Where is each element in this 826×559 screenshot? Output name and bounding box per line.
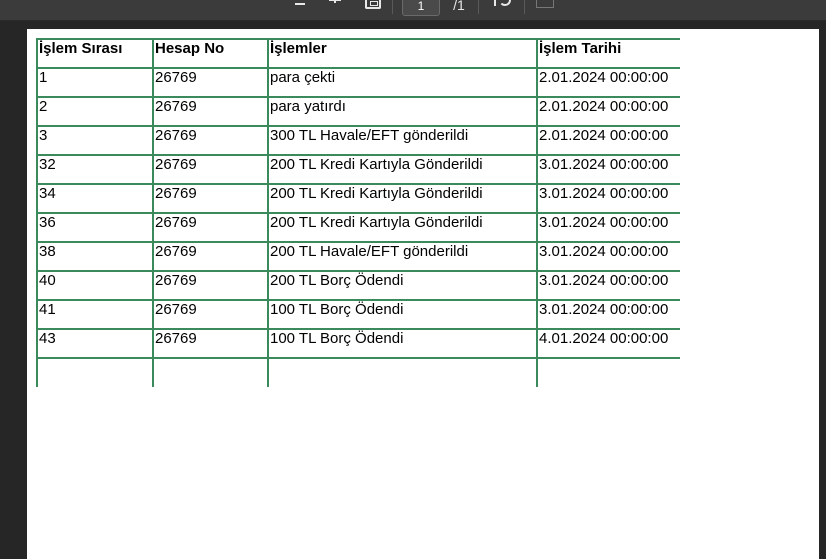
cell-islemler: para yatırdı: [267, 96, 538, 127]
cell-islem-tarihi: 3.01.2024 00:00:00: [536, 270, 680, 301]
cell-islemler: 100 TL Borç Ödendi: [267, 328, 538, 359]
empty-cell: [536, 357, 680, 387]
cell-islem-tarihi: 3.01.2024 00:00:00: [536, 241, 680, 272]
cell-hesap-no: 26769: [152, 241, 269, 272]
cell-hesap-no: 26769: [152, 270, 269, 301]
cell-islem-tarihi: 3.01.2024 00:00:00: [536, 154, 680, 185]
table-row: 32 26769 200 TL Kredi Kartıyla Gönderild…: [36, 154, 680, 185]
cell-islem-sirasi: 36: [36, 212, 154, 243]
cell-islem-sirasi: 32: [36, 154, 154, 185]
cell-islemler: 200 TL Kredi Kartıyla Gönderildi: [267, 212, 538, 243]
cell-islemler: 200 TL Borç Ödendi: [267, 270, 538, 301]
cell-islem-sirasi: 3: [36, 125, 154, 156]
cell-islemler: 100 TL Borç Ödendi: [267, 299, 538, 330]
header-islemler: İşlemler: [267, 38, 538, 69]
toolbar-divider: [478, 0, 479, 14]
cell-islem-tarihi: 4.01.2024 00:00:00: [536, 328, 680, 359]
cell-islem-tarihi: 3.01.2024 00:00:00: [536, 183, 680, 214]
zoom-in-icon[interactable]: [328, 0, 342, 10]
cell-islemler: 200 TL Havale/EFT gönderildi: [267, 241, 538, 272]
zoom-out-icon[interactable]: [294, 0, 306, 10]
rotate-icon[interactable]: [492, 0, 512, 10]
page-total-label: /1: [453, 0, 465, 13]
cell-islemler: 300 TL Havale/EFT gönderildi: [267, 125, 538, 156]
header-hesap-no: Hesap No: [152, 38, 269, 69]
cell-islem-sirasi: 40: [36, 270, 154, 301]
cell-islem-tarihi: 2.01.2024 00:00:00: [536, 96, 680, 127]
cell-hesap-no: 26769: [152, 183, 269, 214]
more-options-icon[interactable]: [536, 0, 554, 8]
cell-islem-sirasi: 38: [36, 241, 154, 272]
cell-islem-sirasi: 2: [36, 96, 154, 127]
fit-page-icon[interactable]: [365, 0, 381, 9]
table-row: 40 26769 200 TL Borç Ödendi 3.01.2024 00…: [36, 270, 680, 301]
cell-hesap-no: 26769: [152, 125, 269, 156]
cell-hesap-no: 26769: [152, 328, 269, 359]
cell-hesap-no: 26769: [152, 96, 269, 127]
cell-islem-tarihi: 3.01.2024 00:00:00: [536, 299, 680, 330]
header-islem-tarihi: İşlem Tarihi: [536, 38, 680, 69]
table-row: 41 26769 100 TL Borç Ödendi 3.01.2024 00…: [36, 299, 680, 330]
pdf-page: İşlem Sırası Hesap No İşlemler İşlem Tar…: [27, 29, 819, 559]
table-row: 34 26769 200 TL Kredi Kartıyla Gönderild…: [36, 183, 680, 214]
cell-hesap-no: 26769: [152, 67, 269, 98]
toolbar-divider: [392, 0, 393, 14]
empty-cell: [267, 357, 538, 387]
table-row: 1 26769 para çekti 2.01.2024 00:00:00: [36, 67, 680, 98]
cell-islemler: para çekti: [267, 67, 538, 98]
cell-islemler: 200 TL Kredi Kartıyla Gönderildi: [267, 183, 538, 214]
page-number-input[interactable]: 1: [402, 0, 440, 16]
table-row: 2 26769 para yatırdı 2.01.2024 00:00:00: [36, 96, 680, 127]
table-row: 43 26769 100 TL Borç Ödendi 4.01.2024 00…: [36, 328, 680, 359]
cell-islem-sirasi: 1: [36, 67, 154, 98]
empty-cell: [152, 357, 269, 387]
cell-islem-tarihi: 2.01.2024 00:00:00: [536, 67, 680, 98]
table-header-row: İşlem Sırası Hesap No İşlemler İşlem Tar…: [36, 38, 680, 69]
cell-islem-tarihi: 3.01.2024 00:00:00: [536, 212, 680, 243]
cell-islemler: 200 TL Kredi Kartıyla Gönderildi: [267, 154, 538, 185]
cell-islem-sirasi: 41: [36, 299, 154, 330]
cell-hesap-no: 26769: [152, 212, 269, 243]
toolbar-divider: [524, 0, 525, 14]
cell-hesap-no: 26769: [152, 154, 269, 185]
cell-islem-tarihi: 2.01.2024 00:00:00: [536, 125, 680, 156]
empty-table-row: [36, 357, 680, 387]
header-islem-sirasi: İşlem Sırası: [36, 38, 154, 69]
transactions-table: İşlem Sırası Hesap No İşlemler İşlem Tar…: [36, 38, 680, 387]
cell-hesap-no: 26769: [152, 299, 269, 330]
table-row: 38 26769 200 TL Havale/EFT gönderildi 3.…: [36, 241, 680, 272]
cell-islem-sirasi: 43: [36, 328, 154, 359]
pdf-toolbar: 1 /1: [0, 0, 826, 21]
table-row: 3 26769 300 TL Havale/EFT gönderildi 2.0…: [36, 125, 680, 156]
cell-islem-sirasi: 34: [36, 183, 154, 214]
table-row: 36 26769 200 TL Kredi Kartıyla Gönderild…: [36, 212, 680, 243]
empty-cell: [36, 357, 154, 387]
